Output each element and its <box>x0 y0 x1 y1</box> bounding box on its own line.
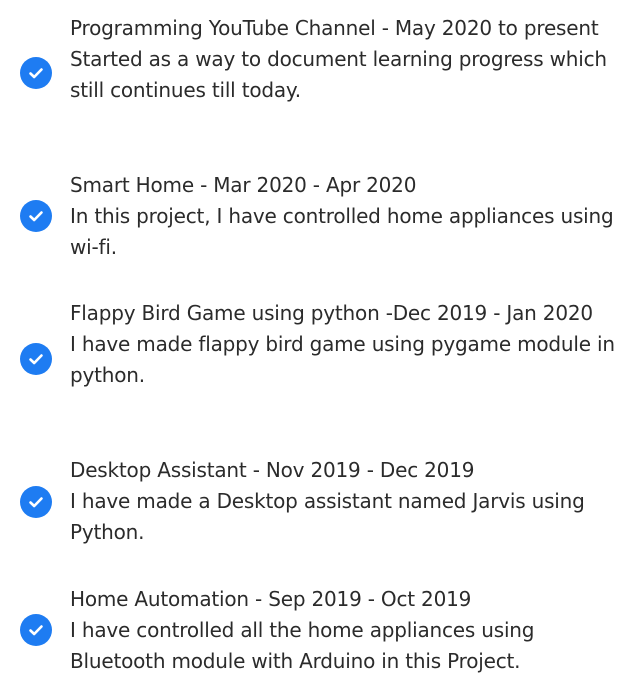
project-description: I have controlled all the home appliance… <box>70 618 535 673</box>
project-title: Smart Home - Mar 2020 - Apr 2020 <box>70 173 417 197</box>
project-title: Programming YouTube Channel - May 2020 t… <box>70 16 599 40</box>
project-title: Desktop Assistant - Nov 2019 - Dec 2019 <box>70 458 475 482</box>
project-description: Started as a way to document learning pr… <box>70 47 607 102</box>
check-circle-icon <box>20 200 52 232</box>
check-circle-icon <box>20 486 52 518</box>
project-title: Flappy Bird Game using python -Dec 2019 … <box>70 301 593 325</box>
project-description: In this project, I have controlled home … <box>70 204 614 259</box>
check-circle-icon <box>20 57 52 89</box>
check-circle-icon <box>20 343 52 375</box>
project-description: I have made a Desktop assistant named Ja… <box>70 489 585 544</box>
project-title: Home Automation - Sep 2019 - Oct 2019 <box>70 587 472 611</box>
check-circle-icon <box>20 614 52 646</box>
project-list: Programming YouTube Channel - May 2020 t… <box>0 0 631 673</box>
project-description: I have made flappy bird game using pygam… <box>70 332 615 387</box>
